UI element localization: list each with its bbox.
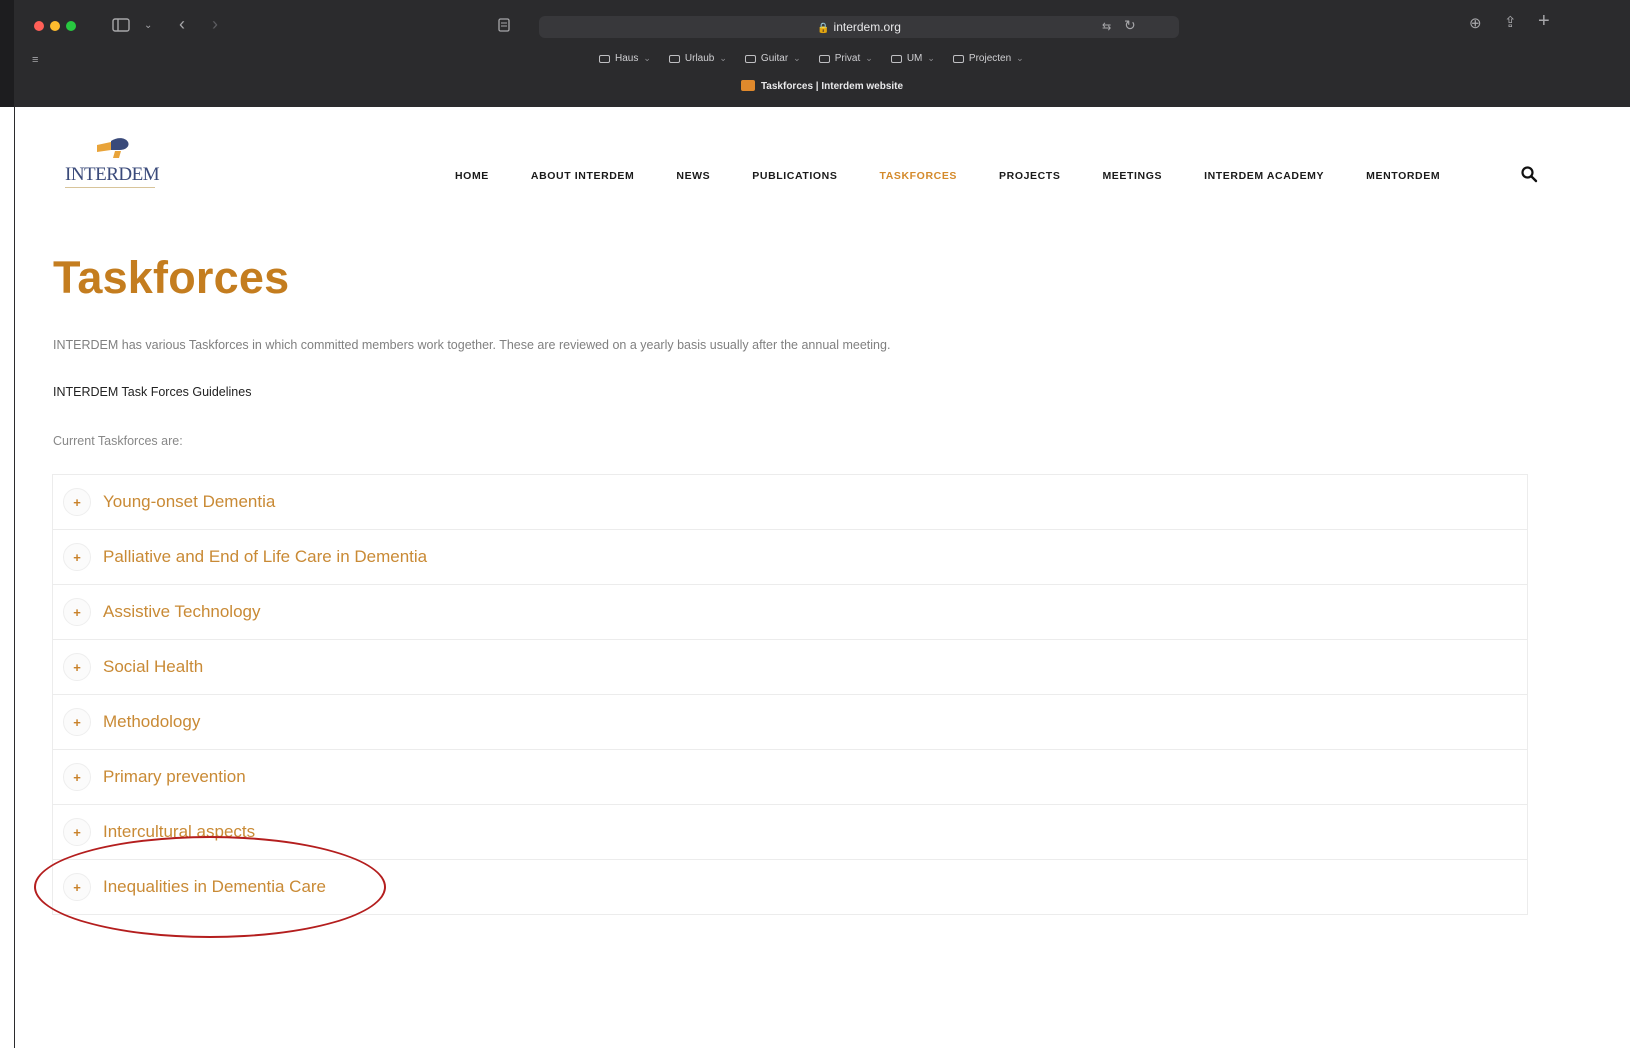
bookmark-label: Privat: [834, 53, 861, 64]
nav-publications[interactable]: PUBLICATIONS: [752, 170, 837, 182]
favicon-icon: [740, 80, 755, 91]
guidelines-link[interactable]: INTERDEM Task Forces Guidelines: [53, 385, 251, 399]
plus-icon[interactable]: +: [63, 653, 91, 681]
tab-title: Taskforces | Interdem website: [760, 81, 904, 92]
bookmark-folder[interactable]: Guitar ⌄: [744, 53, 801, 64]
chevron-down-icon: ⌄: [719, 53, 727, 63]
taskforce-item[interactable]: + Assistive Technology: [53, 585, 1527, 640]
taskforce-item[interactable]: + Intercultural aspects: [53, 805, 1527, 860]
minimize-window-button[interactable]: [50, 21, 60, 31]
chevron-down-icon: ⌄: [865, 53, 873, 63]
folder-icon: [890, 54, 902, 63]
taskforce-label[interactable]: Social Health: [103, 657, 203, 677]
share-icon[interactable]: ⇪: [1504, 15, 1517, 31]
nav-meetings[interactable]: MEETINGS: [1102, 170, 1162, 182]
nav-mentordem[interactable]: MENTORDEM: [1366, 170, 1440, 182]
nav-interdem-academy[interactable]: INTERDEM ACADEMY: [1204, 170, 1324, 182]
plus-icon[interactable]: +: [63, 818, 91, 846]
logo-mark-icon: [97, 138, 129, 158]
zoom-window-button[interactable]: [66, 21, 76, 31]
download-icon[interactable]: ⊕: [1469, 16, 1482, 32]
taskforce-label[interactable]: Intercultural aspects: [103, 822, 255, 842]
folder-icon: [952, 54, 964, 63]
nav-home[interactable]: HOME: [455, 170, 489, 182]
taskforce-label[interactable]: Methodology: [103, 712, 200, 732]
taskforce-item[interactable]: + Primary prevention: [53, 750, 1527, 805]
taskforce-item[interactable]: + Social Health: [53, 640, 1527, 695]
taskforce-label[interactable]: Palliative and End of Life Care in Demen…: [103, 547, 427, 567]
forward-arrow-icon[interactable]: ›: [212, 15, 218, 33]
bookmark-label: Haus: [615, 53, 639, 64]
taskforce-item[interactable]: + Young-onset Dementia: [53, 475, 1527, 530]
nav-news[interactable]: NEWS: [676, 170, 710, 182]
bookmark-label: Guitar: [760, 53, 789, 64]
bookmark-folder[interactable]: Urlaub ⌄: [668, 53, 727, 64]
nav-taskforces[interactable]: TASKFORCES: [879, 170, 957, 182]
logo-underline: [65, 187, 155, 188]
bookmark-label: Projecten: [968, 53, 1012, 64]
reload-icon[interactable]: ↻: [1124, 17, 1136, 33]
translate-icon[interactable]: ⇆: [1102, 19, 1111, 35]
taskforce-accordion: + Young-onset Dementia + Palliative and End…: [52, 474, 1528, 915]
plus-icon[interactable]: +: [63, 708, 91, 736]
reader-view-icon[interactable]: [498, 18, 510, 36]
plus-icon[interactable]: +: [63, 873, 91, 901]
folder-icon: [599, 54, 610, 63]
bookmark-folder[interactable]: Haus ⌄: [599, 53, 651, 64]
plus-icon[interactable]: +: [63, 598, 91, 626]
sidebar-list-icon[interactable]: ≡: [32, 52, 38, 68]
intro-text: INTERDEM has various Taskforces in which…: [53, 338, 891, 352]
logo-text: INTERDEM: [65, 164, 160, 185]
bookmark-label: UM: [906, 53, 923, 64]
nav-about-interdem[interactable]: ABOUT INTERDEM: [531, 170, 634, 182]
lock-icon: 🔒: [817, 23, 830, 34]
search-icon[interactable]: [1520, 165, 1538, 183]
chevron-down-icon: ⌄: [793, 53, 801, 63]
interdem-logo[interactable]: INTERDEM: [65, 137, 185, 197]
chevron-down-icon: ⌄: [643, 53, 651, 63]
close-window-button[interactable]: [34, 21, 44, 31]
plus-icon[interactable]: +: [63, 488, 91, 516]
bookmark-folder[interactable]: UM ⌄: [890, 53, 935, 64]
page-title: Taskforces: [53, 252, 290, 303]
taskforce-item[interactable]: + Methodology: [53, 695, 1527, 750]
chevron-down-icon: ⌄: [1016, 53, 1024, 63]
bookmark-folder[interactable]: Projecten ⌄: [952, 53, 1024, 64]
nav-projects[interactable]: PROJECTS: [999, 170, 1060, 182]
plus-icon[interactable]: +: [63, 543, 91, 571]
bookmark-folder[interactable]: Privat ⌄: [818, 53, 873, 64]
address-bar[interactable]: 🔒 interdem.org: [539, 16, 1179, 38]
taskforce-item[interactable]: + Palliative and End of Life Care in Deme…: [53, 530, 1527, 585]
bookmarks-bar: Haus ⌄ Urlaub ⌄ Guitar ⌄ Privat ⌄ UM ⌄ Projecten ⌄: [599, 53, 1024, 64]
plus-icon[interactable]: +: [63, 763, 91, 791]
folder-icon: [818, 54, 830, 63]
current-taskforces-label: Current Taskforces are:: [53, 434, 183, 448]
chevron-down-icon: ⌄: [927, 53, 935, 63]
main-navigation: HOME ABOUT INTERDEM NEWS PUBLICATIONS TASKFO…: [455, 170, 1440, 182]
new-tab-icon[interactable]: +: [1538, 11, 1550, 31]
url-text: interdem.org: [833, 20, 901, 34]
sidebar-toggle-icon[interactable]: [112, 18, 130, 36]
taskforce-item[interactable]: + Inequalities in Dementia Care: [53, 860, 1527, 915]
active-tab[interactable]: Taskforces | Interdem website: [14, 80, 1630, 92]
folder-icon: [744, 54, 756, 63]
browser-chrome: ⌄ ‹ › ≡ 🔒 interdem.org ⇆ ↻ ⊕ ⇪ + Haus ⌄ Url…: [0, 0, 1630, 107]
taskforce-label[interactable]: Young-onset Dementia: [103, 492, 275, 512]
chevron-down-icon[interactable]: ⌄: [144, 18, 152, 34]
taskforce-label[interactable]: Primary prevention: [103, 767, 246, 787]
bookmark-label: Urlaub: [684, 53, 715, 64]
folder-icon: [668, 54, 680, 63]
taskforce-label[interactable]: Inequalities in Dementia Care: [103, 877, 326, 897]
taskforce-label[interactable]: Assistive Technology: [103, 602, 261, 622]
back-arrow-icon[interactable]: ‹: [179, 15, 185, 33]
